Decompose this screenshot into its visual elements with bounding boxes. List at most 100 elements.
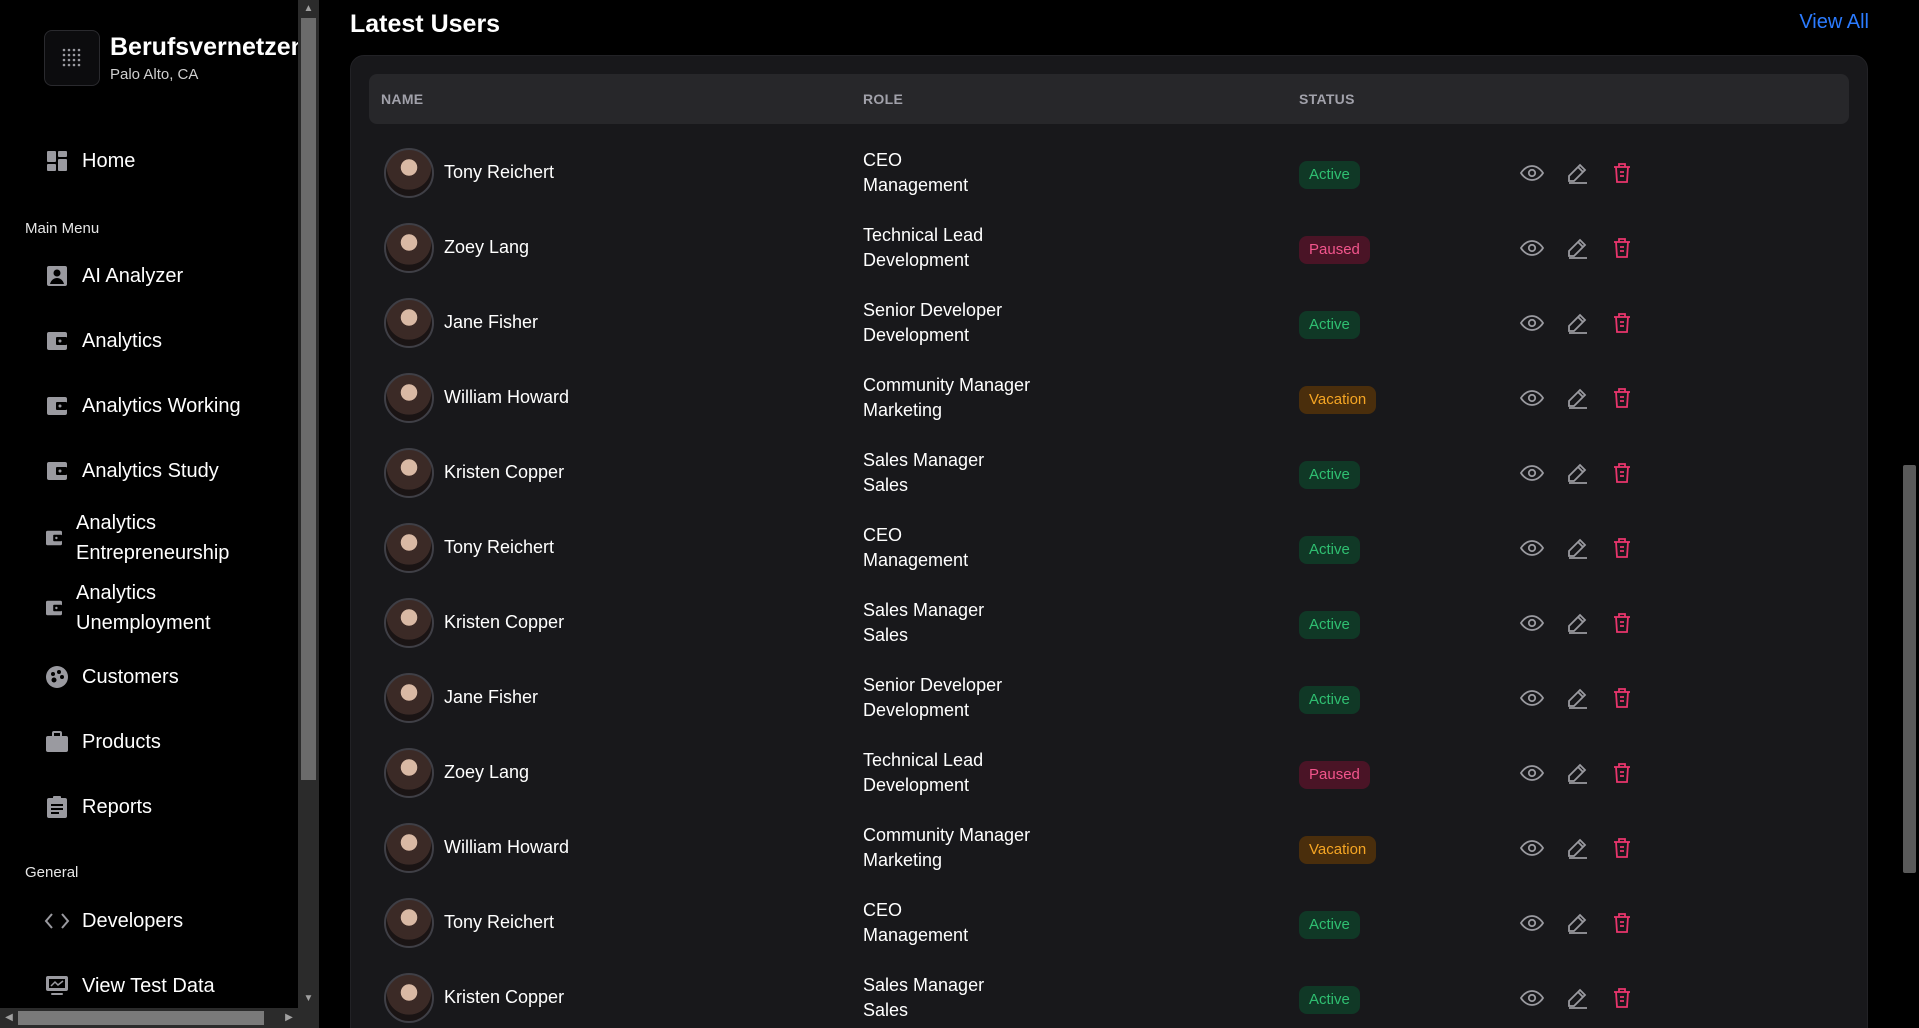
view-eye-icon[interactable] xyxy=(1519,985,1544,1010)
edit-pencil-icon[interactable] xyxy=(1564,760,1589,785)
view-eye-icon[interactable] xyxy=(1519,310,1544,335)
sidebar-item-products[interactable]: Products xyxy=(44,729,161,755)
sidebar-item-label: AI Analyzer xyxy=(82,264,184,287)
view-eye-icon[interactable] xyxy=(1519,760,1544,785)
edit-pencil-icon[interactable] xyxy=(1564,835,1589,860)
scroll-down-arrow-icon[interactable]: ▼ xyxy=(298,990,319,1008)
column-header-status[interactable]: STATUS xyxy=(1299,91,1355,107)
role-team: Marketing xyxy=(863,400,943,420)
status-badge: Active xyxy=(1299,311,1360,339)
view-all-link[interactable]: View All xyxy=(1799,11,1869,34)
status-badge: Active xyxy=(1299,686,1360,714)
scrollbar-thumb[interactable] xyxy=(18,1011,264,1025)
scroll-right-arrow-icon[interactable]: ▶ xyxy=(280,1008,298,1028)
main-vertical-scrollbar[interactable] xyxy=(1900,0,1919,1028)
view-eye-icon[interactable] xyxy=(1519,835,1544,860)
edit-pencil-icon[interactable] xyxy=(1564,685,1589,710)
user-role: Sales Manager Sales xyxy=(863,973,984,1023)
avatar xyxy=(384,448,434,498)
scrollbar-thumb[interactable] xyxy=(1903,465,1916,873)
scroll-up-arrow-icon[interactable]: ▲ xyxy=(298,0,319,18)
view-eye-icon[interactable] xyxy=(1519,160,1544,185)
role-title: Technical Lead xyxy=(863,750,984,770)
role-title: Technical Lead xyxy=(863,225,984,245)
view-eye-icon[interactable] xyxy=(1519,910,1544,935)
role-team: Sales xyxy=(863,1000,909,1020)
table-row: Tony Reichert CEO Management Active xyxy=(369,886,1849,961)
column-header-role[interactable]: ROLE xyxy=(863,91,903,107)
delete-trash-icon[interactable] xyxy=(1609,985,1634,1010)
delete-trash-icon[interactable] xyxy=(1609,160,1634,185)
status-badge: Active xyxy=(1299,161,1360,189)
sidebar-item-label-line1: Analytics xyxy=(76,582,157,604)
role-title: Sales Manager xyxy=(863,450,985,470)
delete-trash-icon[interactable] xyxy=(1609,385,1634,410)
view-eye-icon[interactable] xyxy=(1519,385,1544,410)
delete-trash-icon[interactable] xyxy=(1609,910,1634,935)
sidebar-item-label: Home xyxy=(82,149,136,172)
sidebar-item-ai-analyzer[interactable]: AI Analyzer xyxy=(44,263,183,289)
row-actions xyxy=(1519,310,1634,335)
table-row: Kristen Copper Sales Manager Sales Active xyxy=(369,436,1849,511)
column-header-name[interactable]: NAME xyxy=(381,91,423,107)
edit-pencil-icon[interactable] xyxy=(1564,460,1589,485)
sidebar-item-label: Customers xyxy=(82,665,179,688)
scrollbar-corner xyxy=(298,1008,319,1028)
sidebar-vertical-scrollbar[interactable]: ▲ ▼ xyxy=(298,0,319,1008)
delete-trash-icon[interactable] xyxy=(1609,310,1634,335)
edit-pencil-icon[interactable] xyxy=(1564,160,1589,185)
delete-trash-icon[interactable] xyxy=(1609,535,1634,560)
table-row: Kristen Copper Sales Manager Sales Active xyxy=(369,586,1849,661)
edit-pencil-icon[interactable] xyxy=(1564,985,1589,1010)
general-label: General xyxy=(25,864,79,881)
edit-pencil-icon[interactable] xyxy=(1564,310,1589,335)
delete-trash-icon[interactable] xyxy=(1609,235,1634,260)
role-title: Sales Manager xyxy=(863,600,985,620)
sidebar-item-view-test-data[interactable]: View Test Data xyxy=(44,973,215,999)
code-icon xyxy=(44,908,70,934)
table-row: Jane Fisher Senior Developer Development Ac… xyxy=(369,286,1849,361)
role-team: Marketing xyxy=(863,850,943,870)
edit-pencil-icon[interactable] xyxy=(1564,385,1589,410)
sidebar-item-customers[interactable]: Customers xyxy=(44,664,179,690)
sidebar-item-home[interactable]: Home xyxy=(44,148,135,174)
dashboard-icon xyxy=(44,148,70,174)
sidebar-item-reports[interactable]: Reports xyxy=(44,794,152,820)
edit-pencil-icon[interactable] xyxy=(1564,235,1589,260)
brand[interactable]: Berufsvernetzen Palo Alto, CA xyxy=(44,30,298,86)
view-eye-icon[interactable] xyxy=(1519,610,1544,635)
edit-pencil-icon[interactable] xyxy=(1564,535,1589,560)
scroll-left-arrow-icon[interactable]: ◀ xyxy=(0,1008,18,1028)
palette-icon xyxy=(44,664,70,690)
delete-trash-icon[interactable] xyxy=(1609,610,1634,635)
user-name: Tony Reichert xyxy=(444,537,555,557)
scrollbar-thumb[interactable] xyxy=(301,18,316,780)
sidebar-item-developers[interactable]: Developers xyxy=(44,908,183,934)
view-eye-icon[interactable] xyxy=(1519,685,1544,710)
sidebar-item-label: Developers xyxy=(82,909,184,932)
sidebar-item-analytics-unemployment[interactable]: Analytics Unemployment xyxy=(44,578,211,638)
user-name: Kristen Copper xyxy=(444,462,565,482)
user-role: Sales Manager Sales xyxy=(863,598,984,648)
table-row: William Howard Community Manager Marketing… xyxy=(369,811,1849,886)
wallet-icon xyxy=(44,458,70,484)
sidebar-item-analytics-entrepreneurship[interactable]: Analytics Entrepreneurship xyxy=(44,508,229,568)
sidebar-item-analytics-working[interactable]: Analytics Working xyxy=(44,393,241,419)
delete-trash-icon[interactable] xyxy=(1609,685,1634,710)
sidebar-item-analytics[interactable]: Analytics xyxy=(44,328,162,354)
status-badge: Paused xyxy=(1299,761,1370,789)
view-eye-icon[interactable] xyxy=(1519,235,1544,260)
view-eye-icon[interactable] xyxy=(1519,460,1544,485)
user-name: Jane Fisher xyxy=(444,312,539,332)
sidebar-item-analytics-study[interactable]: Analytics Study xyxy=(44,458,219,484)
sidebar-horizontal-scrollbar[interactable]: ◀ ▶ xyxy=(0,1008,298,1028)
delete-trash-icon[interactable] xyxy=(1609,835,1634,860)
avatar xyxy=(384,748,434,798)
view-eye-icon[interactable] xyxy=(1519,535,1544,560)
avatar xyxy=(384,298,434,348)
delete-trash-icon[interactable] xyxy=(1609,760,1634,785)
delete-trash-icon[interactable] xyxy=(1609,460,1634,485)
edit-pencil-icon[interactable] xyxy=(1564,610,1589,635)
user-name: Tony Reichert xyxy=(444,912,555,932)
edit-pencil-icon[interactable] xyxy=(1564,910,1589,935)
